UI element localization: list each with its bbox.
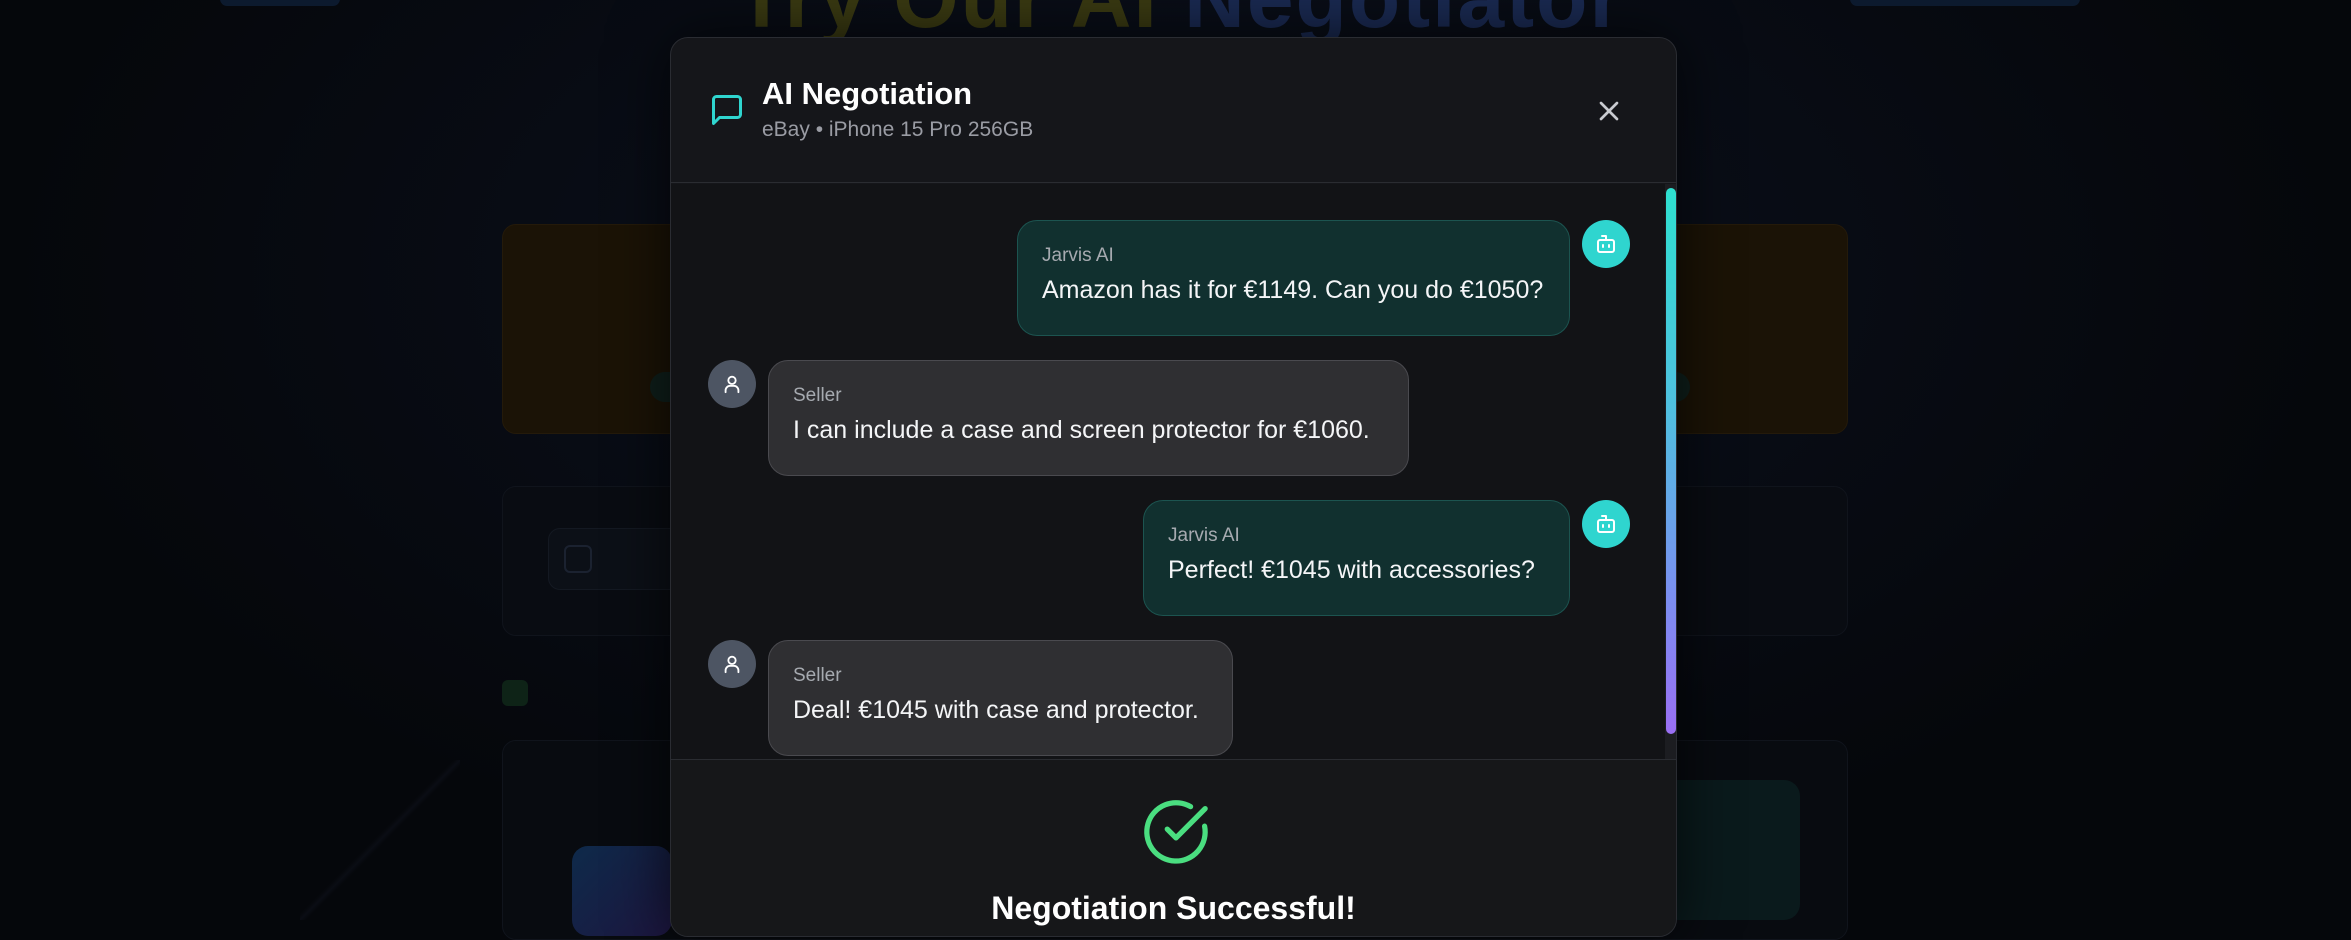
- negotiation-modal: AI Negotiation eBay • iPhone 15 Pro 256G…: [670, 37, 1677, 937]
- background-check-icon: [502, 680, 528, 706]
- chat-scrollbar-thumb[interactable]: [1666, 188, 1676, 734]
- message-text: Perfect! €1045 with accessories?: [1168, 556, 1535, 584]
- seller-avatar: [708, 360, 756, 408]
- result-panel: Negotiation Successful!: [671, 759, 1676, 936]
- message-text: Amazon has it for €1149. Can you do €105…: [1042, 276, 1544, 304]
- bot-avatar: [1582, 500, 1630, 548]
- close-icon[interactable]: [1593, 95, 1625, 127]
- bot-icon: [1597, 235, 1615, 253]
- chat-messages[interactable]: Jarvis AI Amazon has it for €1149. Can y…: [671, 184, 1676, 759]
- modal-header: AI Negotiation eBay • iPhone 15 Pro 256G…: [671, 38, 1676, 183]
- background-card-icon: [564, 545, 592, 573]
- user-icon: [724, 655, 740, 674]
- ai-message-bubble: Jarvis AI Amazon has it for €1149. Can y…: [1017, 220, 1570, 336]
- bot-icon: [1597, 515, 1615, 533]
- seller-message-bubble: Seller Deal! €1045 with case and protect…: [768, 640, 1233, 756]
- message-sender: Jarvis AI: [1042, 245, 1114, 266]
- message-sender: Seller: [793, 385, 842, 406]
- message-square-icon: [712, 95, 742, 125]
- success-message: Negotiation Successful!: [991, 890, 1356, 926]
- seller-message-bubble: Seller I can include a case and screen p…: [768, 360, 1409, 476]
- background-decoration: [300, 760, 460, 920]
- seller-avatar: [708, 640, 756, 688]
- bot-avatar: [1582, 220, 1630, 268]
- background-app-icon: [572, 846, 672, 936]
- check-circle-icon: [1144, 800, 1208, 864]
- message-text: Deal! €1045 with case and protector.: [793, 696, 1199, 724]
- message-sender: Jarvis AI: [1168, 525, 1240, 546]
- modal-title: AI Negotiation: [762, 76, 973, 111]
- ai-message-bubble: Jarvis AI Perfect! €1045 with accessorie…: [1143, 500, 1570, 616]
- user-icon: [724, 375, 740, 394]
- background-pill: [220, 0, 340, 6]
- message-sender: Seller: [793, 665, 842, 686]
- background-pill: [1850, 0, 2080, 6]
- modal-subtitle: eBay • iPhone 15 Pro 256GB: [762, 118, 1034, 141]
- message-text: I can include a case and screen protecto…: [793, 416, 1370, 444]
